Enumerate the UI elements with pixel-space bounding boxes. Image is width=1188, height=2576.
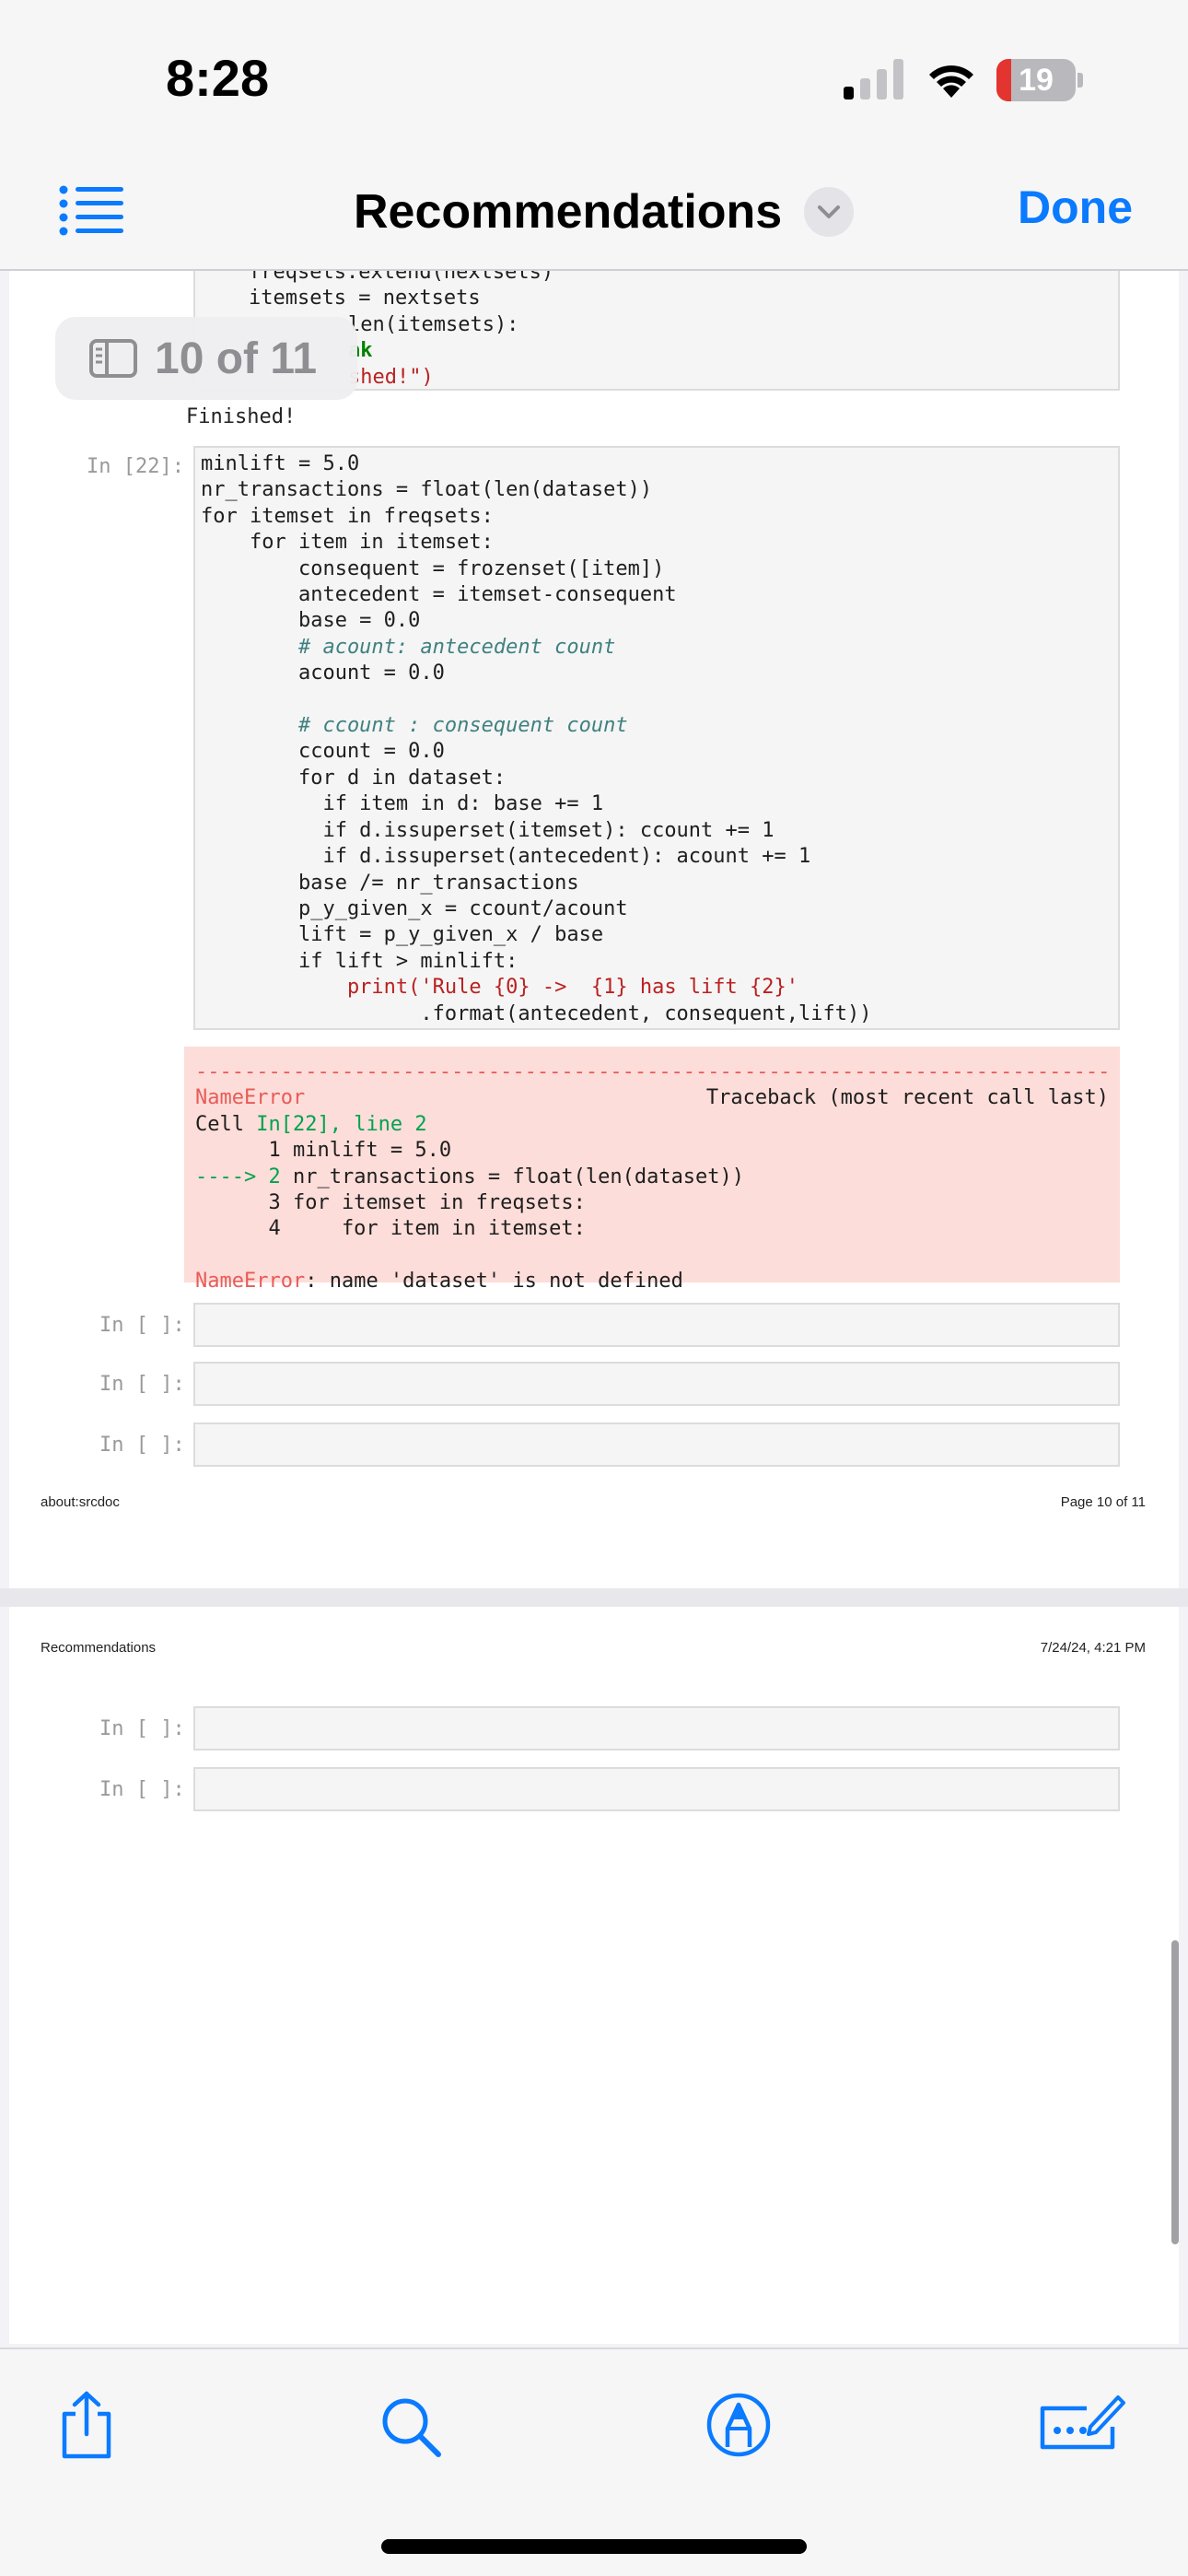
cell-prompt: In [ ]: — [99, 1778, 185, 1801]
code-line: freqsets.extend(nextsets) — [249, 271, 554, 284]
cellular-signal-icon — [844, 59, 903, 100]
empty-code-cell — [193, 1767, 1120, 1811]
code-line: for item in itemset: — [201, 531, 494, 555]
chevron-down-icon[interactable] — [804, 187, 855, 237]
wifi-icon — [929, 65, 973, 98]
scrollbar[interactable] — [1171, 1940, 1179, 2244]
navigation-bar: Recommendations Done — [0, 157, 1188, 271]
code-line: p_y_given_x = ccount/acount — [201, 896, 628, 920]
code-line: antecedent = itemset-consequent — [201, 583, 677, 607]
empty-code-cell — [193, 1706, 1120, 1751]
code-line: if d.issuperset(itemset): ccount += 1 — [201, 818, 775, 842]
code-line: if item in d: base += 1 — [201, 792, 604, 816]
page-header-date: 7/24/24, 4:21 PM — [1040, 1640, 1146, 1656]
page-separator — [0, 1588, 1188, 1607]
empty-code-cell — [193, 1423, 1120, 1467]
empty-code-cell — [193, 1362, 1120, 1406]
page-footer-url: about:srcdoc — [41, 1494, 120, 1510]
code-line: ccount = 0.0 — [201, 740, 445, 764]
error-line: 3 for itemset in freqsets: — [195, 1191, 586, 1215]
code-line: .format(antecedent, consequent,lift)) — [201, 1001, 872, 1025]
sidebar-icon — [89, 339, 137, 378]
code-line: print('Rule {0} -> {1} has lift {2}' — [201, 976, 799, 1000]
list-icon[interactable] — [59, 184, 125, 236]
status-time: 8:28 — [166, 49, 270, 107]
error-line: 1 minlift = 5.0 — [195, 1139, 452, 1163]
document-page-11: Recommendations 7/24/24, 4:21 PM In [ ]:… — [9, 1607, 1179, 2344]
code-line: if lift > minlift: — [201, 949, 518, 973]
document-title: Recommendations — [354, 185, 783, 239]
code-line: minlift = 5.0 — [201, 452, 360, 475]
error-name: NameError — [195, 1086, 306, 1110]
code-cell-22: minlift = 5.0 nr_transactions = float(le… — [193, 446, 1120, 1030]
error-traceback-label: Traceback (most recent call last) — [705, 1086, 1109, 1110]
code-line: itemsets = nextsets — [249, 287, 481, 310]
title-menu[interactable]: Recommendations — [354, 179, 855, 245]
code-comment: # ccount : consequent count — [201, 714, 628, 738]
code-line: base = 0.0 — [201, 609, 421, 633]
code-line: consequent = frozenset([item]) — [201, 556, 665, 580]
cell-prompt: In [22]: — [87, 455, 184, 478]
page-indicator[interactable]: 10 of 11 — [55, 317, 357, 400]
code-line: base /= nr_transactions — [201, 871, 579, 895]
done-button[interactable]: Done — [1018, 181, 1133, 234]
error-message-name: NameError — [195, 1270, 306, 1294]
search-icon[interactable] — [379, 2395, 444, 2460]
code-line: acount = 0.0 — [201, 662, 445, 685]
error-cell-prefix: Cell — [195, 1112, 257, 1136]
battery-indicator: 19 — [996, 59, 1083, 101]
code-line: if d.issuperset(antecedent): acount += 1 — [201, 845, 811, 869]
cell-prompt: In [ ]: — [99, 1717, 185, 1740]
markup-icon[interactable] — [705, 2392, 772, 2458]
share-icon[interactable] — [57, 2390, 116, 2460]
error-line: 4 for item in itemset: — [195, 1217, 586, 1241]
code-comment: # acount: antecedent count — [201, 635, 616, 659]
battery-level: 19 — [1019, 63, 1054, 98]
cell-output: Finished! — [186, 405, 297, 428]
error-divider: ----------------------------------------… — [195, 1060, 1111, 1083]
page-indicator-label: 10 of 11 — [155, 334, 318, 383]
signature-icon[interactable] — [1035, 2390, 1125, 2454]
error-cell-ref: In[22], line 2 — [256, 1112, 427, 1136]
empty-code-cell — [193, 1303, 1120, 1347]
error-message: : name 'dataset' is not defined — [305, 1270, 683, 1294]
error-output: ----------------------------------------… — [184, 1047, 1120, 1293]
status-bar: 8:28 19 — [0, 0, 1188, 157]
code-line: for itemset in freqsets: — [201, 504, 494, 528]
code-line: for d in dataset: — [201, 766, 507, 790]
page-footer-number: Page 10 of 11 — [1060, 1494, 1146, 1510]
code-line: nr_transactions = float(len(dataset)) — [201, 478, 653, 502]
code-line: lift = p_y_given_x / base — [201, 923, 604, 947]
document-page-10: freqsets.extend(nextsets) itemsets = nex… — [9, 271, 1179, 1588]
error-line: nr_transactions = float(len(dataset)) — [280, 1165, 745, 1188]
home-indicator[interactable] — [381, 2539, 807, 2554]
cell-prompt: In [ ]: — [99, 1373, 185, 1396]
cell-prompt: In [ ]: — [99, 1314, 185, 1337]
page-header-title: Recommendations — [41, 1640, 157, 1656]
error-arrow: ----> 2 — [195, 1165, 281, 1188]
cell-prompt: In [ ]: — [99, 1434, 185, 1457]
